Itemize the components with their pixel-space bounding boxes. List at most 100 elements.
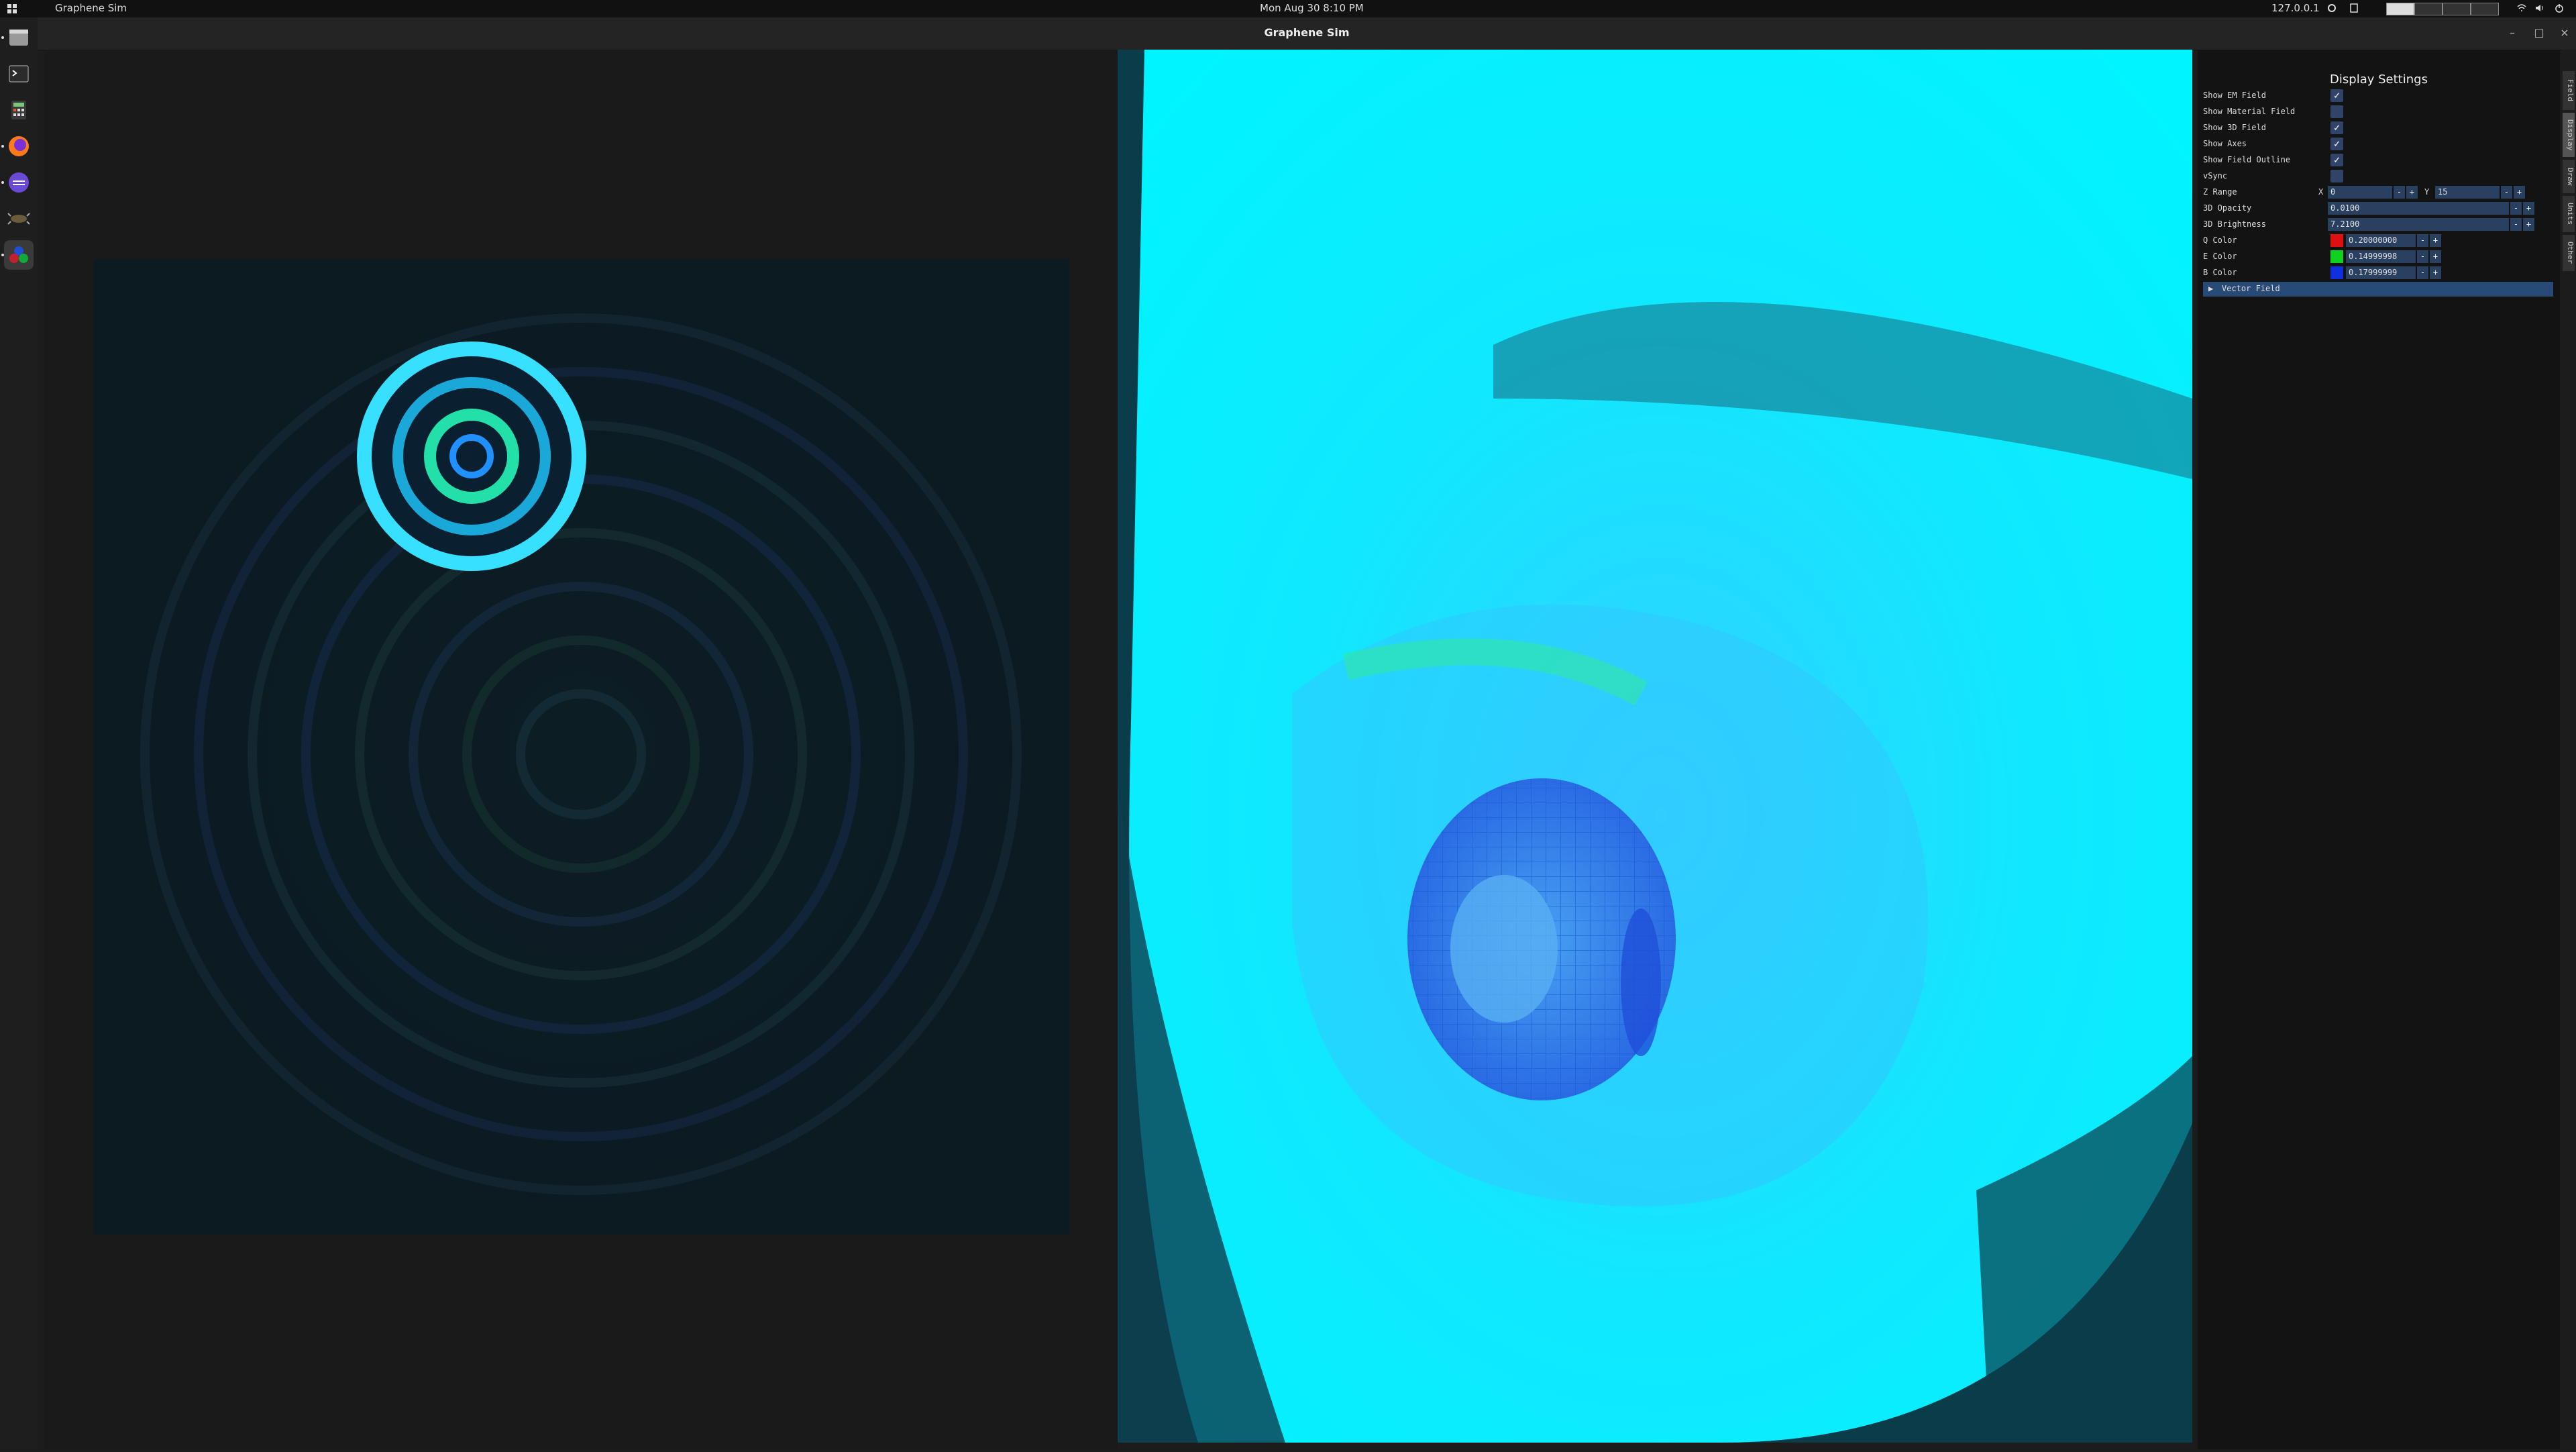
running-indicator (1, 36, 4, 39)
field-core-hole (1450, 875, 1558, 1023)
firefox-icon[interactable] (4, 132, 34, 161)
q-color-row: Q Color 0.20000000 - + (2203, 234, 2559, 248)
brightness-row: 3D Brightness 7.2100 - + (2203, 217, 2559, 232)
z-range-x-label: X (2318, 187, 2324, 197)
show-material-field-checkbox[interactable] (2330, 105, 2343, 118)
tab-display[interactable]: Display (2563, 113, 2575, 157)
graphene-sim-icon[interactable] (4, 240, 34, 270)
tab-other[interactable]: Other (2563, 235, 2575, 271)
show-3d-field-checkbox[interactable]: ✓ (2330, 121, 2343, 134)
z-range-x-input[interactable]: 0 (2328, 186, 2392, 199)
z-range-y-increment[interactable]: + (2514, 186, 2525, 199)
b-color-swatch[interactable] (2330, 266, 2343, 279)
power-icon[interactable] (2555, 3, 2564, 13)
running-indicator (1, 145, 4, 148)
side-tabs: Field Display Draw Units Other (2561, 50, 2576, 1449)
brightness-label: 3D Brightness (2203, 219, 2266, 229)
q-color-swatch[interactable] (2330, 234, 2343, 247)
show-axes-checkbox[interactable]: ✓ (2330, 138, 2343, 150)
z-range-y-label: Y (2424, 187, 2430, 197)
opacity-increment[interactable]: + (2523, 202, 2534, 215)
q-color-increment[interactable]: + (2430, 234, 2441, 247)
opacity-decrement[interactable]: - (2510, 202, 2522, 215)
field-2d-view[interactable] (44, 50, 1118, 1449)
ip-address: 127.0.0.1 (2271, 2, 2320, 14)
e-color-input[interactable]: 0.14999998 (2346, 250, 2416, 263)
system-top-bar: Graphene Sim Mon Aug 30 8:10 PM 127.0.0.… (0, 0, 2576, 17)
display-settings-panel: Display Settings Show EM Field ✓ Show Ma… (2198, 50, 2560, 1449)
checkbox-label: Show 3D Field (2203, 123, 2266, 132)
q-color-decrement[interactable]: - (2417, 234, 2428, 247)
close-icon[interactable]: × (2557, 25, 2572, 40)
minimize-icon[interactable]: – (2505, 25, 2520, 40)
show-em-field-checkbox[interactable]: ✓ (2330, 89, 2343, 102)
b-color-input[interactable]: 0.17999999 (2346, 266, 2416, 279)
z-range-y-decrement[interactable]: - (2501, 186, 2512, 199)
b-color-increment[interactable]: + (2430, 266, 2441, 279)
volume-icon[interactable] (2535, 3, 2544, 13)
checkbox-label: Show Field Outline (2203, 155, 2291, 164)
z-range-x-increment[interactable]: + (2406, 186, 2418, 199)
z-range-row: Z Range X 0 - + Y 15 - + (2203, 185, 2559, 200)
field-plane (94, 259, 1069, 1235)
brightness-increment[interactable]: + (2523, 218, 2534, 231)
show-field-outline-checkbox[interactable]: ✓ (2330, 154, 2343, 166)
brightness-decrement[interactable]: - (2510, 218, 2522, 231)
panel-title: Display Settings (2330, 72, 2428, 87)
z-range-y-input[interactable]: 15 (2435, 186, 2500, 199)
opacity-row: 3D Opacity 0.0100 - + (2203, 201, 2559, 216)
eclipse-icon[interactable] (4, 168, 34, 197)
grid-icon[interactable] (7, 3, 17, 14)
maximize-icon[interactable]: □ (2532, 25, 2546, 40)
bug-icon[interactable] (4, 204, 34, 234)
workspace-4[interactable] (2471, 3, 2499, 15)
q-color-label: Q Color (2203, 236, 2237, 245)
field-3d-canvas[interactable] (1118, 50, 2192, 1443)
running-indicator (1, 254, 4, 256)
vsync-checkbox[interactable] (2330, 170, 2343, 183)
checkbox-label: Show Material Field (2203, 107, 2296, 116)
expand-arrow-icon: ▶ (2208, 284, 2214, 293)
field-3d-view[interactable] (1118, 50, 2192, 1443)
checkbox-label: Show Axes (2203, 139, 2247, 148)
files-icon[interactable] (4, 23, 34, 52)
e-color-decrement[interactable]: - (2417, 250, 2428, 263)
brightness-input[interactable]: 7.2100 (2328, 218, 2509, 231)
window-title-bar[interactable]: Graphene Sim – □ × (38, 17, 2576, 50)
tab-field[interactable]: Field (2563, 71, 2575, 110)
b-color-label: B Color (2203, 268, 2237, 277)
window-title: Graphene Sim (1264, 26, 1350, 39)
e-color-label: E Color (2203, 252, 2237, 261)
tab-draw[interactable]: Draw (2563, 160, 2575, 193)
q-color-input[interactable]: 0.20000000 (2346, 234, 2416, 247)
checkbox-label: vSync (2203, 171, 2228, 180)
opacity-label: 3D Opacity (2203, 203, 2252, 213)
graphene-sim-window: Graphene Sim – □ × Display Settings Show… (38, 17, 2576, 1449)
opacity-input[interactable]: 0.0100 (2328, 202, 2509, 215)
workspace-2[interactable] (2414, 3, 2443, 15)
terminal-icon[interactable] (4, 59, 34, 89)
dock (0, 17, 38, 1449)
b-color-row: B Color 0.17999999 - + (2203, 266, 2559, 280)
z-range-x-decrement[interactable]: - (2394, 186, 2405, 199)
clipboard-icon[interactable] (2349, 3, 2359, 13)
vector-field-label: Vector Field (2222, 284, 2280, 293)
active-app-name[interactable]: Graphene Sim (55, 2, 127, 14)
b-color-decrement[interactable]: - (2417, 266, 2428, 279)
checkbox-label: Show EM Field (2203, 91, 2266, 100)
network-icon[interactable] (2517, 3, 2526, 13)
e-color-increment[interactable]: + (2430, 250, 2441, 263)
e-color-swatch[interactable] (2330, 250, 2343, 263)
field-2d-canvas[interactable] (44, 50, 1118, 1449)
workspace-3[interactable] (2443, 3, 2471, 15)
workspace-1[interactable] (2386, 3, 2414, 15)
calculator-icon[interactable] (4, 95, 34, 125)
vector-field-header[interactable]: ▶ Vector Field (2203, 282, 2553, 297)
sync-icon[interactable] (2327, 3, 2337, 13)
tab-units[interactable]: Units (2563, 196, 2575, 232)
wave-source (357, 342, 586, 571)
clock[interactable]: Mon Aug 30 8:10 PM (1260, 2, 1364, 14)
e-color-row: E Color 0.14999998 - + (2203, 250, 2559, 264)
field-core-edge (1621, 909, 1661, 1056)
z-range-label: Z Range (2203, 187, 2237, 197)
